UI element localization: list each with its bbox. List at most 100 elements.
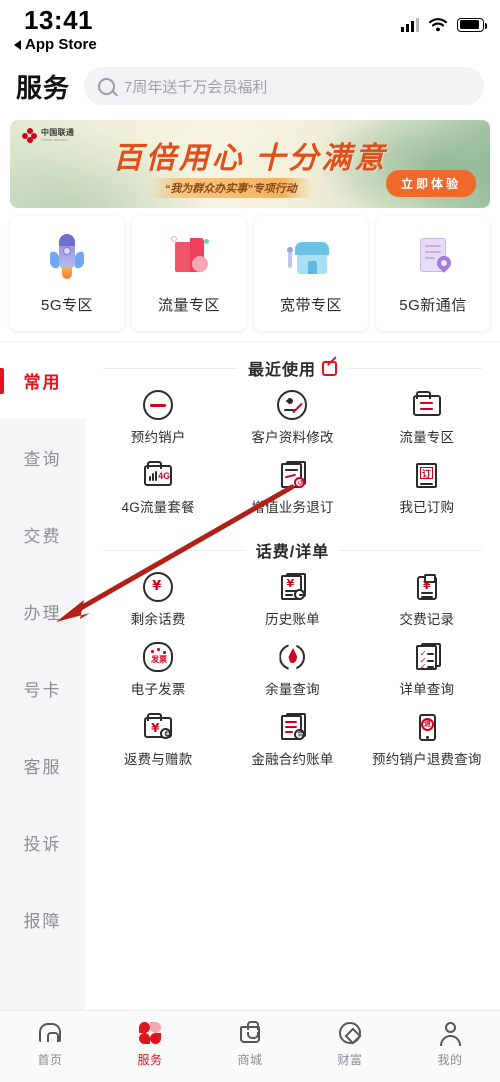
tab-home[interactable]: 首页 <box>0 1020 100 1068</box>
user-icon <box>437 1020 463 1046</box>
bottom-tab-bar: 首页 服务 商城 财富 我的 <box>0 1010 500 1082</box>
section-title: 最近使用 <box>248 362 317 379</box>
clipboard-yen-icon: ¥ <box>412 572 442 602</box>
section-header-bill: 话费/详单 <box>91 524 494 566</box>
back-label: App Store <box>25 36 97 53</box>
sidebar-item-chaxun[interactable]: 查询 <box>0 419 85 496</box>
category-sidebar: 常用 查询 交费 办理 号卡 客服 投诉 报障 <box>0 342 85 1010</box>
banner-title: 百倍用心 十分满意 <box>112 142 388 175</box>
sidebar-item-jiaofei[interactable]: 交费 <box>0 496 85 573</box>
page-title: 服务 <box>16 72 71 103</box>
section-title: 话费/详单 <box>255 544 330 561</box>
service-item-label: 交费记录 <box>399 612 455 627</box>
circle-minus-icon <box>143 390 174 420</box>
tab-label: 首页 <box>37 1053 63 1067</box>
bill-grid: ¥ 剩余话费 ¥ 历史账单 ¥ 交费记录 发票 电子发票 余量查询 ✓ ✓ ✓ … <box>91 566 494 776</box>
status-indicators <box>401 17 487 32</box>
service-item-label: 预约销户 <box>130 430 186 445</box>
person-edit-icon <box>277 390 308 420</box>
service-item-woyidinggou[interactable]: 订 我已订购 <box>360 454 494 524</box>
finance-contract-icon: 合 <box>277 712 307 742</box>
balance-drop-icon <box>277 642 307 672</box>
sidebar-item-changyong[interactable]: 常用 <box>0 342 85 419</box>
status-time: 13:41 <box>24 5 93 35</box>
category-card-label: 流量专区 <box>157 297 220 314</box>
sidebar-item-tousu[interactable]: 投诉 <box>0 804 85 881</box>
category-card-label: 5G新通信 <box>399 297 467 314</box>
sidebar-item-banli[interactable]: 办理 <box>0 573 85 650</box>
battery-icon <box>457 17 487 32</box>
service-item-fanfeiyuzengkuan[interactable]: ¥ ￠ 返费与赠款 <box>91 706 225 776</box>
service-item-yuliangchaxun[interactable]: 余量查询 <box>225 636 359 706</box>
sidebar-item-kefu[interactable]: 客服 <box>0 727 85 804</box>
service-item-label: 历史账单 <box>265 612 320 627</box>
service-item-yuyuexiaohutuifeichaxun[interactable]: 退 预约销户退费查询 <box>360 706 494 776</box>
service-item-4gliuliangtaocan[interactable]: 4G 4G流量套餐 <box>91 454 225 524</box>
new-communication-icon <box>407 232 459 284</box>
wifi-icon <box>428 18 448 32</box>
service-item-zengzhiyewutuiding[interactable]: ↺ 增值业务退订 <box>225 454 359 524</box>
back-triangle-icon <box>14 39 21 50</box>
document-refund-icon: ↺ <box>277 460 307 490</box>
sidebar-item-baozhang[interactable]: 报障 <box>0 881 85 958</box>
service-flower-icon <box>137 1020 163 1046</box>
service-item-xiangdanchaxun[interactable]: ✓ ✓ ✓ 详单查询 <box>360 636 494 706</box>
home-icon <box>37 1020 63 1046</box>
unicom-knot-icon <box>22 128 37 143</box>
search-input[interactable]: 7周年送千万会员福利 <box>84 67 484 105</box>
service-item-shengyuhuafei[interactable]: ¥ 剩余话费 <box>91 566 225 636</box>
status-bar: 13:41 App Store <box>0 0 500 56</box>
tab-service[interactable]: 服务 <box>100 1020 200 1068</box>
phone-refund-icon: 退 <box>412 712 442 742</box>
subscription-icon: 订 <box>412 460 442 490</box>
banner-brand: 中国联通 <box>41 128 75 137</box>
back-to-app-store[interactable]: App Store <box>14 36 97 53</box>
section-header-recent: 最近使用 <box>91 342 494 384</box>
service-item-label: 剩余话费 <box>130 612 186 627</box>
service-item-lishizhangdan[interactable]: ¥ 历史账单 <box>225 566 359 636</box>
service-item-dianzifapiao[interactable]: 发票 电子发票 <box>91 636 225 706</box>
banner-cta-button[interactable]: 立即体验 <box>385 170 476 197</box>
service-item-jiaofeijilu[interactable]: ¥ 交费记录 <box>360 566 494 636</box>
app-screen: 13:41 App Store 服务 7周年送千万会员福利 中国联通 China… <box>0 0 500 1082</box>
rocket-icon <box>41 232 93 284</box>
service-item-label: 4G流量套餐 <box>121 500 195 515</box>
checklist-icon: ✓ ✓ ✓ <box>412 642 442 672</box>
category-card-label: 宽带专区 <box>279 297 342 314</box>
service-item-label: 余量查询 <box>265 682 320 697</box>
folder-yen-icon: ¥ ￠ <box>143 712 173 742</box>
sidebar-item-haoka[interactable]: 号卡 <box>0 650 85 727</box>
service-item-label: 流量专区 <box>399 430 455 445</box>
promo-banner[interactable]: 中国联通 China unicom 百倍用心 十分满意 “我为群众办实事”专项行… <box>10 120 490 208</box>
shop-bag-icon <box>237 1020 263 1046</box>
category-card-5g[interactable]: 5G专区 <box>10 216 124 331</box>
category-card-data[interactable]: 流量专区 <box>132 216 246 331</box>
broadband-shop-icon <box>285 232 337 284</box>
tab-label: 我的 <box>437 1053 463 1067</box>
tab-wealth[interactable]: 财富 <box>300 1020 400 1068</box>
tab-label: 财富 <box>337 1053 363 1067</box>
service-item-label: 电子发票 <box>130 682 186 697</box>
invoice-icon: 发票 <box>143 642 174 672</box>
service-item-label: 返费与赠款 <box>123 752 193 767</box>
edit-icon[interactable] <box>322 360 338 376</box>
tab-mall[interactable]: 商城 <box>200 1020 300 1068</box>
service-item-kehuziliaoxiugai[interactable]: 客户资料修改 <box>225 384 359 454</box>
folder-4g-icon: 4G <box>143 460 173 490</box>
search-placeholder: 7周年送千万会员福利 <box>124 78 268 96</box>
category-card-broadband[interactable]: 宽带专区 <box>254 216 368 331</box>
category-card-label: 5G专区 <box>40 297 93 314</box>
wealth-coin-icon <box>337 1020 363 1046</box>
tab-mine[interactable]: 我的 <box>400 1020 500 1068</box>
service-item-jinrongheyuezhangdan[interactable]: 合 金融合约账单 <box>225 706 359 776</box>
service-item-label: 详单查询 <box>399 682 455 697</box>
service-panel: 最近使用 预约销户 客户资料修改 流量专区 4G 4G流量套餐 ↺ 增值业务退订… <box>85 342 500 1010</box>
service-item-label: 预约销户退费查询 <box>372 752 482 767</box>
banner-container: 中国联通 China unicom 百倍用心 十分满意 “我为群众办实事”专项行… <box>0 116 500 216</box>
recent-grid: 预约销户 客户资料修改 流量专区 4G 4G流量套餐 ↺ 增值业务退订 订 我已… <box>91 384 494 524</box>
service-item-yuyuexiaohu[interactable]: 预约销户 <box>91 384 225 454</box>
tab-label: 商城 <box>237 1053 263 1067</box>
service-item-liuliangzhuanqu[interactable]: 流量专区 <box>360 384 494 454</box>
category-card-newcomm[interactable]: 5G新通信 <box>376 216 490 331</box>
service-item-label: 客户资料修改 <box>251 430 334 445</box>
